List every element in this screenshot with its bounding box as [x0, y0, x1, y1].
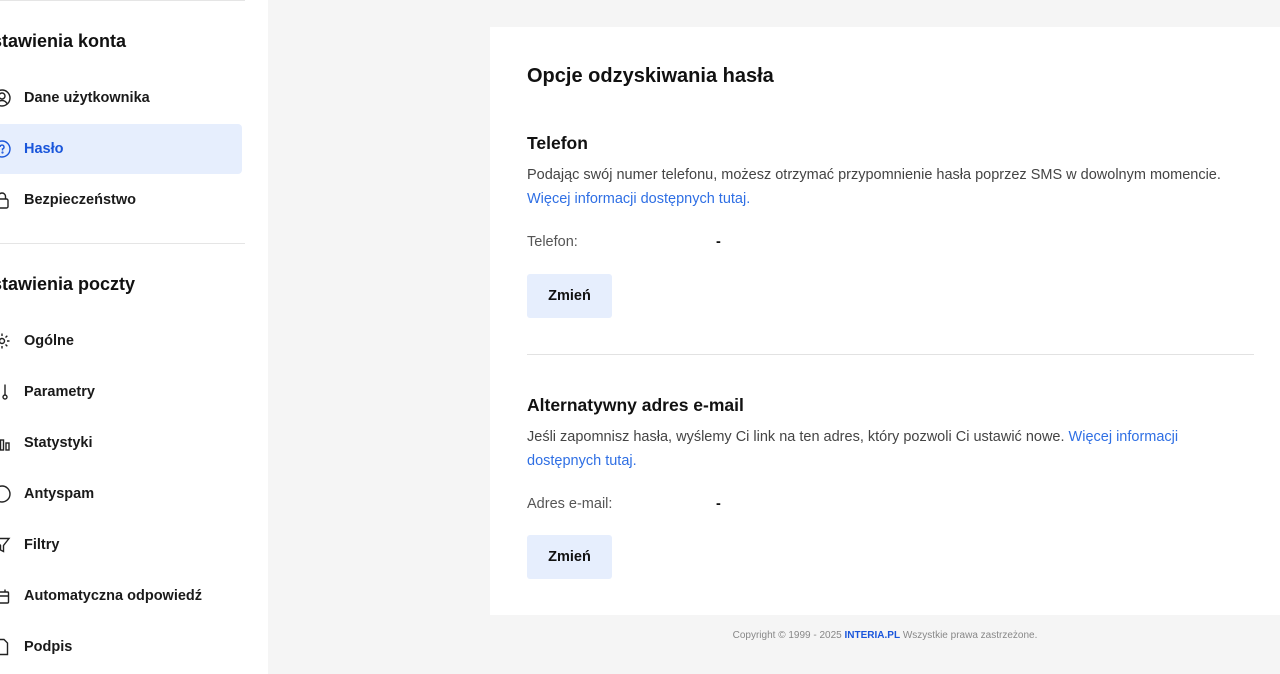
sidebar-item-parameters[interactable]: Parametry — [0, 367, 242, 417]
gear-icon — [0, 332, 11, 350]
bar-chart-icon — [0, 434, 11, 452]
email-description: Jeśli zapomnisz hasła, wyślemy Ci link n… — [527, 425, 1252, 473]
sidebar-item-filters[interactable]: Filtry — [0, 520, 242, 570]
sidebar-item-label: Automatyczna odpowiedź — [24, 588, 203, 604]
email-field-label: Adres e-mail: — [527, 496, 613, 512]
key-icon — [0, 140, 11, 158]
filter-icon — [0, 536, 11, 554]
sidebar-item-user-data[interactable]: Dane użytkownika — [0, 73, 242, 123]
sidebar-item-label: Parametry — [24, 384, 95, 400]
phone-field-label: Telefon: — [527, 234, 578, 250]
sidebar-item-label: Podpis — [24, 639, 73, 655]
account-settings-heading: stawienia konta — [0, 31, 127, 51]
user-icon — [0, 89, 11, 107]
footer: Copyright © 1999 - 2025 INTERIA.PL Wszys… — [490, 615, 1280, 657]
sidebar-divider — [0, 0, 245, 1]
change-email-button[interactable]: Zmień — [527, 535, 612, 579]
password-recovery-card: Opcje odzyskiwania hasła Telefon Podając… — [490, 27, 1280, 615]
sidebar-divider — [0, 243, 245, 244]
email-field-value: - — [716, 496, 721, 512]
email-section-title: Alternatywny adres e-mail — [527, 395, 744, 415]
section-divider — [527, 354, 1254, 355]
email-description-text: Jeśli zapomnisz hasła, wyślemy Ci link n… — [527, 429, 1065, 445]
sidebar-item-label: Statystyki — [24, 435, 93, 451]
auto-reply-icon — [0, 587, 11, 605]
sidebar-item-signature[interactable]: Podpis — [0, 622, 242, 672]
rights-text: Wszystkie prawa zastrzeżone. — [902, 630, 1038, 641]
shield-icon — [0, 485, 11, 503]
sidebar-item-statistics[interactable]: Statystyki — [0, 418, 242, 468]
sidebar-item-general[interactable]: Ogólne — [0, 316, 242, 366]
brand-link[interactable]: INTERIA.PL — [845, 630, 901, 641]
sidebar-item-label: Hasło — [24, 141, 64, 157]
lock-icon — [0, 191, 11, 209]
sidebar-item-security[interactable]: Bezpieczeństwo — [0, 175, 242, 225]
sidebar-item-auto-reply[interactable]: Automatyczna odpowiedź — [0, 571, 242, 621]
top-strip — [490, 4, 1280, 27]
phone-info-link[interactable]: Więcej informacji dostępnych tutaj. — [527, 191, 750, 207]
sidebar-item-label: Ogólne — [24, 333, 74, 349]
signature-icon — [0, 638, 11, 656]
sliders-icon — [0, 383, 11, 401]
phone-section-title: Telefon — [527, 133, 588, 153]
sidebar-item-label: Filtry — [24, 537, 60, 553]
phone-description: Podając swój numer telefonu, możesz otrz… — [527, 163, 1252, 211]
sidebar-item-label: Dane użytkownika — [24, 90, 150, 106]
change-phone-button[interactable]: Zmień — [527, 274, 612, 318]
copyright-text: Copyright © 1999 - 2025 — [732, 630, 842, 641]
phone-field-value: - — [716, 234, 721, 250]
sidebar: stawienia konta Dane użytkownika Hasło B… — [0, 0, 268, 674]
page-title: Opcje odzyskiwania hasła — [527, 65, 774, 87]
sidebar-item-password[interactable]: Hasło — [0, 124, 242, 174]
sidebar-item-label: Antyspam — [24, 486, 95, 502]
phone-description-text: Podając swój numer telefonu, możesz otrz… — [527, 167, 1221, 183]
sidebar-item-antispam[interactable]: Antyspam — [0, 469, 242, 519]
mail-settings-heading: stawienia poczty — [0, 274, 136, 294]
sidebar-item-label: Bezpieczeństwo — [24, 192, 136, 208]
